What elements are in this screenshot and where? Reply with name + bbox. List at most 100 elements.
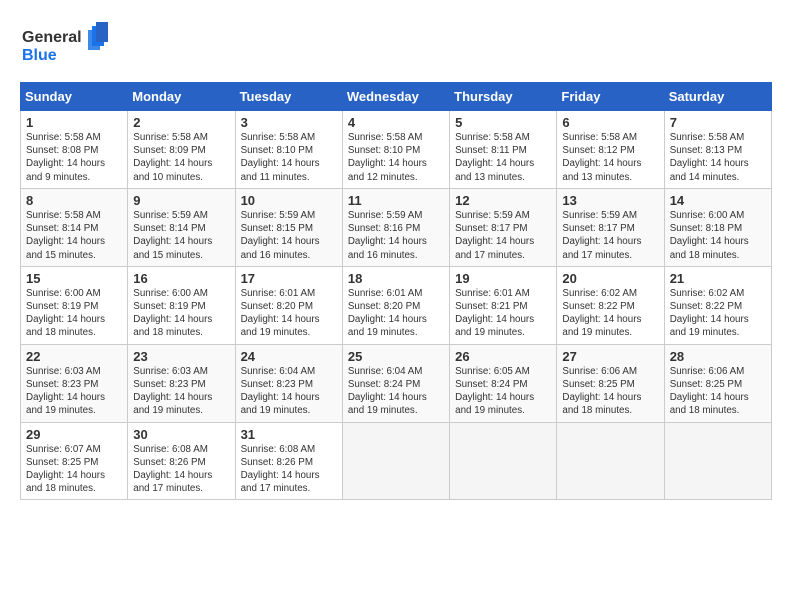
day-info: Sunrise: 5:58 AM Sunset: 8:12 PM Dayligh… bbox=[562, 131, 658, 184]
day-number: 23 bbox=[133, 349, 229, 364]
day-number: 1 bbox=[26, 115, 122, 130]
day-number: 14 bbox=[670, 193, 766, 208]
day-info: Sunrise: 5:58 AM Sunset: 8:14 PM Dayligh… bbox=[26, 209, 122, 262]
day-number: 11 bbox=[348, 193, 444, 208]
calendar-cell: 7Sunrise: 5:58 AM Sunset: 8:13 PM Daylig… bbox=[664, 111, 771, 189]
day-number: 10 bbox=[241, 193, 337, 208]
weekday-header-tuesday: Tuesday bbox=[235, 83, 342, 111]
calendar-body: 1Sunrise: 5:58 AM Sunset: 8:08 PM Daylig… bbox=[21, 111, 772, 500]
day-info: Sunrise: 5:59 AM Sunset: 8:15 PM Dayligh… bbox=[241, 209, 337, 262]
calendar-cell: 30Sunrise: 6:08 AM Sunset: 8:26 PM Dayli… bbox=[128, 422, 235, 500]
calendar-cell: 25Sunrise: 6:04 AM Sunset: 8:24 PM Dayli… bbox=[342, 344, 449, 422]
day-info: Sunrise: 6:00 AM Sunset: 8:19 PM Dayligh… bbox=[26, 287, 122, 340]
weekday-header-monday: Monday bbox=[128, 83, 235, 111]
calendar-cell: 1Sunrise: 5:58 AM Sunset: 8:08 PM Daylig… bbox=[21, 111, 128, 189]
day-number: 22 bbox=[26, 349, 122, 364]
day-number: 12 bbox=[455, 193, 551, 208]
day-number: 5 bbox=[455, 115, 551, 130]
day-number: 30 bbox=[133, 427, 229, 442]
calendar-cell: 3Sunrise: 5:58 AM Sunset: 8:10 PM Daylig… bbox=[235, 111, 342, 189]
day-info: Sunrise: 6:06 AM Sunset: 8:25 PM Dayligh… bbox=[670, 365, 766, 418]
weekday-header-friday: Friday bbox=[557, 83, 664, 111]
day-number: 20 bbox=[562, 271, 658, 286]
calendar-cell: 16Sunrise: 6:00 AM Sunset: 8:19 PM Dayli… bbox=[128, 266, 235, 344]
calendar-cell: 28Sunrise: 6:06 AM Sunset: 8:25 PM Dayli… bbox=[664, 344, 771, 422]
day-number: 25 bbox=[348, 349, 444, 364]
day-number: 9 bbox=[133, 193, 229, 208]
calendar-cell: 10Sunrise: 5:59 AM Sunset: 8:15 PM Dayli… bbox=[235, 188, 342, 266]
calendar-cell: 26Sunrise: 6:05 AM Sunset: 8:24 PM Dayli… bbox=[450, 344, 557, 422]
calendar-cell: 12Sunrise: 5:59 AM Sunset: 8:17 PM Dayli… bbox=[450, 188, 557, 266]
day-number: 17 bbox=[241, 271, 337, 286]
day-number: 29 bbox=[26, 427, 122, 442]
day-number: 18 bbox=[348, 271, 444, 286]
day-info: Sunrise: 6:06 AM Sunset: 8:25 PM Dayligh… bbox=[562, 365, 658, 418]
day-number: 27 bbox=[562, 349, 658, 364]
day-info: Sunrise: 6:03 AM Sunset: 8:23 PM Dayligh… bbox=[26, 365, 122, 418]
calendar-cell: 11Sunrise: 5:59 AM Sunset: 8:16 PM Dayli… bbox=[342, 188, 449, 266]
calendar-cell: 2Sunrise: 5:58 AM Sunset: 8:09 PM Daylig… bbox=[128, 111, 235, 189]
day-info: Sunrise: 5:58 AM Sunset: 8:09 PM Dayligh… bbox=[133, 131, 229, 184]
calendar-table: SundayMondayTuesdayWednesdayThursdayFrid… bbox=[20, 82, 772, 500]
day-number: 3 bbox=[241, 115, 337, 130]
day-info: Sunrise: 6:01 AM Sunset: 8:21 PM Dayligh… bbox=[455, 287, 551, 340]
day-number: 8 bbox=[26, 193, 122, 208]
calendar-week-row: 8Sunrise: 5:58 AM Sunset: 8:14 PM Daylig… bbox=[21, 188, 772, 266]
calendar-cell: 15Sunrise: 6:00 AM Sunset: 8:19 PM Dayli… bbox=[21, 266, 128, 344]
day-info: Sunrise: 6:02 AM Sunset: 8:22 PM Dayligh… bbox=[670, 287, 766, 340]
calendar-cell: 31Sunrise: 6:08 AM Sunset: 8:26 PM Dayli… bbox=[235, 422, 342, 500]
day-info: Sunrise: 5:59 AM Sunset: 8:17 PM Dayligh… bbox=[455, 209, 551, 262]
day-info: Sunrise: 5:58 AM Sunset: 8:10 PM Dayligh… bbox=[348, 131, 444, 184]
weekday-header-thursday: Thursday bbox=[450, 83, 557, 111]
calendar-cell bbox=[557, 422, 664, 500]
day-number: 31 bbox=[241, 427, 337, 442]
day-number: 7 bbox=[670, 115, 766, 130]
calendar-cell: 14Sunrise: 6:00 AM Sunset: 8:18 PM Dayli… bbox=[664, 188, 771, 266]
weekday-header-wednesday: Wednesday bbox=[342, 83, 449, 111]
calendar-header: SundayMondayTuesdayWednesdayThursdayFrid… bbox=[21, 83, 772, 111]
calendar-cell: 8Sunrise: 5:58 AM Sunset: 8:14 PM Daylig… bbox=[21, 188, 128, 266]
day-info: Sunrise: 6:00 AM Sunset: 8:19 PM Dayligh… bbox=[133, 287, 229, 340]
calendar-cell: 24Sunrise: 6:04 AM Sunset: 8:23 PM Dayli… bbox=[235, 344, 342, 422]
calendar-cell: 13Sunrise: 5:59 AM Sunset: 8:17 PM Dayli… bbox=[557, 188, 664, 266]
day-info: Sunrise: 5:58 AM Sunset: 8:08 PM Dayligh… bbox=[26, 131, 122, 184]
calendar-cell: 22Sunrise: 6:03 AM Sunset: 8:23 PM Dayli… bbox=[21, 344, 128, 422]
day-number: 6 bbox=[562, 115, 658, 130]
day-number: 26 bbox=[455, 349, 551, 364]
calendar-cell: 20Sunrise: 6:02 AM Sunset: 8:22 PM Dayli… bbox=[557, 266, 664, 344]
calendar-cell: 19Sunrise: 6:01 AM Sunset: 8:21 PM Dayli… bbox=[450, 266, 557, 344]
day-info: Sunrise: 6:00 AM Sunset: 8:18 PM Dayligh… bbox=[670, 209, 766, 262]
day-info: Sunrise: 6:08 AM Sunset: 8:26 PM Dayligh… bbox=[241, 443, 337, 496]
day-number: 24 bbox=[241, 349, 337, 364]
calendar-cell: 6Sunrise: 5:58 AM Sunset: 8:12 PM Daylig… bbox=[557, 111, 664, 189]
day-number: 16 bbox=[133, 271, 229, 286]
day-info: Sunrise: 6:05 AM Sunset: 8:24 PM Dayligh… bbox=[455, 365, 551, 418]
calendar-cell: 17Sunrise: 6:01 AM Sunset: 8:20 PM Dayli… bbox=[235, 266, 342, 344]
header-area: General Blue bbox=[20, 18, 772, 72]
page: General Blue SundayMondayTuesdayWednesda… bbox=[0, 0, 792, 510]
day-info: Sunrise: 5:59 AM Sunset: 8:17 PM Dayligh… bbox=[562, 209, 658, 262]
logo: General Blue bbox=[20, 22, 110, 72]
day-info: Sunrise: 5:59 AM Sunset: 8:14 PM Dayligh… bbox=[133, 209, 229, 262]
day-info: Sunrise: 5:58 AM Sunset: 8:10 PM Dayligh… bbox=[241, 131, 337, 184]
day-number: 19 bbox=[455, 271, 551, 286]
day-info: Sunrise: 6:08 AM Sunset: 8:26 PM Dayligh… bbox=[133, 443, 229, 496]
calendar-cell: 27Sunrise: 6:06 AM Sunset: 8:25 PM Dayli… bbox=[557, 344, 664, 422]
weekday-header-sunday: Sunday bbox=[21, 83, 128, 111]
calendar-cell: 29Sunrise: 6:07 AM Sunset: 8:25 PM Dayli… bbox=[21, 422, 128, 500]
calendar-cell: 5Sunrise: 5:58 AM Sunset: 8:11 PM Daylig… bbox=[450, 111, 557, 189]
day-number: 28 bbox=[670, 349, 766, 364]
day-info: Sunrise: 5:58 AM Sunset: 8:11 PM Dayligh… bbox=[455, 131, 551, 184]
weekday-header-row: SundayMondayTuesdayWednesdayThursdayFrid… bbox=[21, 83, 772, 111]
day-info: Sunrise: 6:04 AM Sunset: 8:23 PM Dayligh… bbox=[241, 365, 337, 418]
day-number: 21 bbox=[670, 271, 766, 286]
calendar-cell: 4Sunrise: 5:58 AM Sunset: 8:10 PM Daylig… bbox=[342, 111, 449, 189]
calendar-cell: 9Sunrise: 5:59 AM Sunset: 8:14 PM Daylig… bbox=[128, 188, 235, 266]
svg-text:General: General bbox=[22, 29, 82, 46]
calendar-cell: 21Sunrise: 6:02 AM Sunset: 8:22 PM Dayli… bbox=[664, 266, 771, 344]
calendar-cell: 23Sunrise: 6:03 AM Sunset: 8:23 PM Dayli… bbox=[128, 344, 235, 422]
day-info: Sunrise: 6:02 AM Sunset: 8:22 PM Dayligh… bbox=[562, 287, 658, 340]
day-info: Sunrise: 6:01 AM Sunset: 8:20 PM Dayligh… bbox=[241, 287, 337, 340]
day-info: Sunrise: 6:07 AM Sunset: 8:25 PM Dayligh… bbox=[26, 443, 122, 496]
day-info: Sunrise: 5:58 AM Sunset: 8:13 PM Dayligh… bbox=[670, 131, 766, 184]
